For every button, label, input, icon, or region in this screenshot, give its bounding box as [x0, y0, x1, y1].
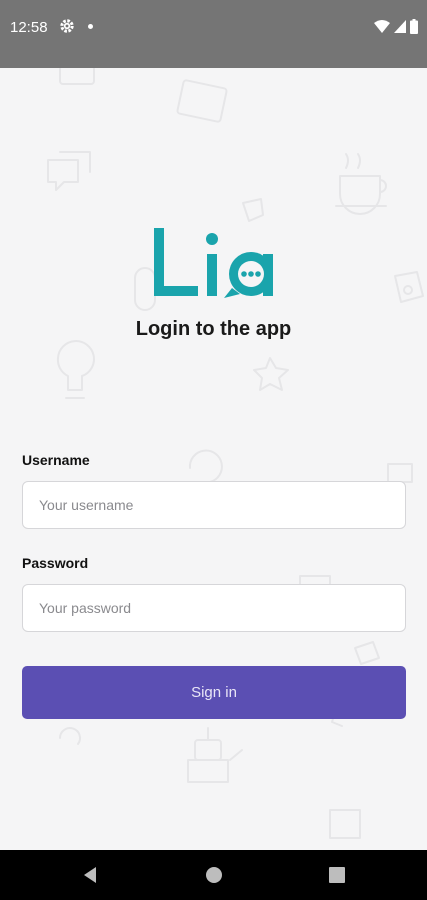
password-input[interactable] — [22, 584, 406, 632]
status-bar: 12:58 — [0, 0, 427, 68]
recents-icon[interactable] — [327, 865, 347, 885]
page-subtitle: Login to the app — [135, 318, 292, 340]
battery-icon — [410, 18, 418, 34]
notification-dot-icon — [88, 24, 93, 29]
status-time: 12:58 — [10, 19, 48, 36]
home-icon[interactable] — [204, 865, 224, 885]
back-icon[interactable] — [80, 865, 100, 885]
lia-logo — [152, 226, 276, 302]
username-input[interactable] — [22, 481, 406, 529]
navigation-bar — [0, 850, 427, 900]
cell-signal-icon — [394, 19, 406, 33]
password-label: Password — [22, 555, 89, 571]
username-label: Username — [22, 452, 90, 468]
wifi-icon — [374, 19, 390, 33]
status-icons — [374, 18, 418, 34]
sign-in-button[interactable]: Sign in — [22, 666, 406, 719]
settings-gear-icon — [59, 18, 75, 34]
